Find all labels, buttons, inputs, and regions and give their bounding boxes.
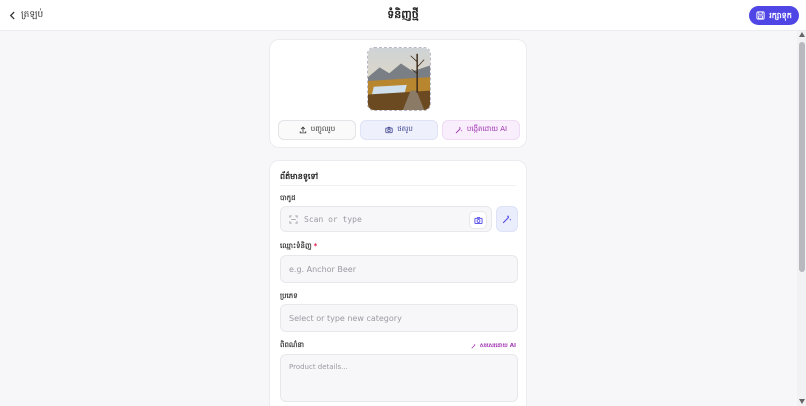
product-name-input[interactable]: e.g. Anchor Beer [280, 255, 518, 283]
save-button[interactable]: រក្សាទុក [749, 6, 799, 25]
magic-wand-icon [455, 126, 463, 134]
general-info-card: ព័ត៌មានទូទៅ បាកូដ Scan or type ឈ្មោះទំនិ… [269, 160, 527, 406]
barcode-input[interactable]: Scan or type [280, 206, 492, 232]
camera-label: ថតរូប [397, 125, 413, 133]
divider [280, 185, 516, 186]
upload-icon [299, 126, 306, 134]
upload-label: បញ្ចូលរូប [310, 125, 336, 133]
product-name-label: ឈ្មោះទំនិញ * [280, 242, 317, 252]
scrollbar-thumb[interactable] [799, 42, 805, 272]
ai-write-description-button[interactable]: សរសេរដោយ AI [471, 342, 516, 350]
generate-barcode-button[interactable] [496, 206, 518, 232]
category-label: ប្រភេទ [280, 292, 298, 300]
barcode-label: បាកូដ [280, 194, 296, 202]
scan-camera-button[interactable] [469, 211, 487, 229]
category-input[interactable]: Select or type new category [280, 304, 518, 332]
scroll-down-arrow-icon[interactable] [799, 399, 805, 404]
description-placeholder: Product details... [289, 363, 348, 371]
camera-icon [473, 216, 483, 224]
scroll-up-arrow-icon[interactable] [799, 32, 805, 37]
upload-image-button[interactable]: បញ្ចូលរូប [278, 120, 356, 140]
description-label: ពិពណ៌នា [280, 341, 305, 349]
required-mark: * [313, 242, 318, 250]
barcode-placeholder: Scan or type [304, 214, 362, 224]
ai-generate-label: បង្កើតដោយ AI [466, 125, 508, 133]
scan-icon [289, 214, 298, 224]
ai-generate-image-button[interactable]: បង្កើតដោយ AI [442, 120, 520, 140]
top-bar: ត្រឡប់ ទំនិញថ្មី រក្សាទុក [0, 0, 806, 31]
product-image[interactable] [367, 47, 431, 111]
product-name-label-text: ឈ្មោះទំនិញ [280, 242, 312, 250]
ai-write-label: សរសេរដោយ AI [479, 343, 516, 349]
description-textarea[interactable]: Product details... [280, 354, 518, 402]
take-photo-button[interactable]: ថតរូប [360, 120, 438, 140]
save-icon [756, 11, 765, 20]
category-placeholder: Select or type new category [289, 313, 402, 323]
magic-wand-icon [471, 343, 476, 349]
product-image-card: បញ្ចូលរូប ថតរូប បង្កើតដោយ AI [269, 39, 527, 148]
product-name-placeholder: e.g. Anchor Beer [289, 264, 356, 274]
section-title: ព័ត៌មានទូទៅ [280, 172, 319, 181]
save-label: រក្សាទុក [769, 10, 792, 20]
magic-wand-icon [502, 215, 512, 224]
page-title: ទំនិញថ្មី [387, 8, 419, 21]
camera-icon [385, 126, 393, 134]
